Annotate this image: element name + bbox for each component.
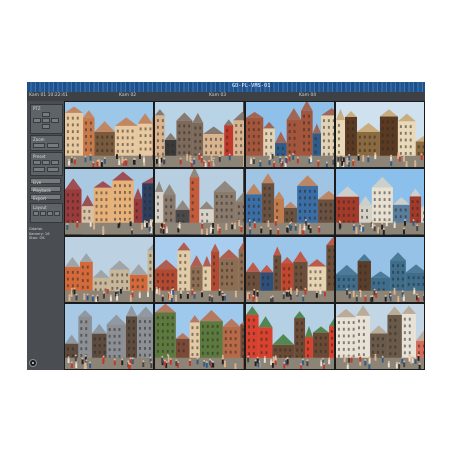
preset-3-button[interactable] — [51, 160, 59, 165]
playback-button[interactable]: Playback — [30, 186, 61, 193]
info-item-3: Kam 03 — [209, 93, 227, 98]
system-status: Stan: OK — [29, 236, 45, 240]
live-button[interactable]: Live — [30, 178, 61, 185]
camera-tile-10[interactable] — [154, 235, 245, 303]
camera-tile-9[interactable] — [64, 235, 155, 303]
camera-tile-15[interactable] — [244, 302, 335, 370]
camera-tile-7[interactable] — [244, 168, 335, 236]
ptz-up-button[interactable] — [42, 112, 50, 117]
preset-go-button[interactable] — [47, 167, 59, 172]
title-text: GD-PL-VMS-01 — [232, 83, 271, 89]
ptz-right-button[interactable] — [51, 118, 59, 123]
preset-1-button[interactable] — [33, 160, 41, 165]
camera-tile-8[interactable] — [334, 168, 425, 236]
camera-tile-16[interactable] — [334, 302, 425, 370]
camera-tile-3[interactable] — [244, 101, 335, 169]
ptz-label: PTZ — [33, 106, 41, 111]
camera-tile-5[interactable] — [64, 168, 155, 236]
camera-tile-6[interactable] — [154, 168, 245, 236]
zoom-label: Zoom — [33, 137, 45, 142]
export-button[interactable]: Export — [30, 194, 61, 201]
preset-save-button[interactable] — [33, 167, 45, 172]
camera-tile-4[interactable] — [334, 101, 425, 169]
layout-3x3-button[interactable] — [47, 211, 53, 216]
zoom-in-button[interactable] — [33, 143, 45, 148]
layout-label: Layout — [33, 205, 47, 210]
preset-panel: Preset — [30, 152, 63, 176]
preset-label: Preset — [33, 154, 46, 159]
zoom-panel: Zoom — [30, 135, 63, 151]
camera-info-bar: Kam 01 10:22:41 Kam 02 Kam 03 Kam 04 — [27, 92, 425, 101]
camera-grid — [64, 101, 425, 370]
layout-4x4-button[interactable] — [54, 211, 60, 216]
ptz-down-button[interactable] — [42, 124, 50, 129]
zoom-out-button[interactable] — [47, 143, 59, 148]
layout-1x1-button[interactable] — [33, 211, 39, 216]
vms-window: GD-PL-VMS-01 Kam 01 10:22:41 Kam 02 Kam … — [27, 82, 425, 370]
site-info-text: Gdańsk Kamery: 16 Stan: OK — [29, 227, 49, 241]
info-item-1: Kam 01 10:22:41 — [29, 93, 68, 98]
info-item-4: Kam 04 — [299, 93, 317, 98]
camera-tile-2[interactable] — [154, 101, 245, 169]
title-bar: GD-PL-VMS-01 — [27, 82, 425, 92]
camera-tile-14[interactable] — [154, 302, 245, 370]
ptz-home-button[interactable] — [42, 118, 50, 123]
layout-2x2-button[interactable] — [40, 211, 46, 216]
ptz-left-button[interactable] — [33, 118, 41, 123]
info-item-2: Kam 02 — [119, 93, 137, 98]
camera-tile-1[interactable] — [64, 101, 155, 169]
camera-tile-11[interactable] — [244, 235, 335, 303]
preset-2-button[interactable] — [42, 160, 50, 165]
app-logo-icon — [29, 359, 37, 367]
camera-tile-12[interactable] — [334, 235, 425, 303]
layout-panel: Layout — [30, 203, 63, 223]
ptz-panel: PTZ — [30, 104, 63, 134]
control-sidebar: PTZ Zoom Preset Live Playback Export Lay… — [27, 101, 65, 370]
camera-tile-13[interactable] — [64, 302, 155, 370]
